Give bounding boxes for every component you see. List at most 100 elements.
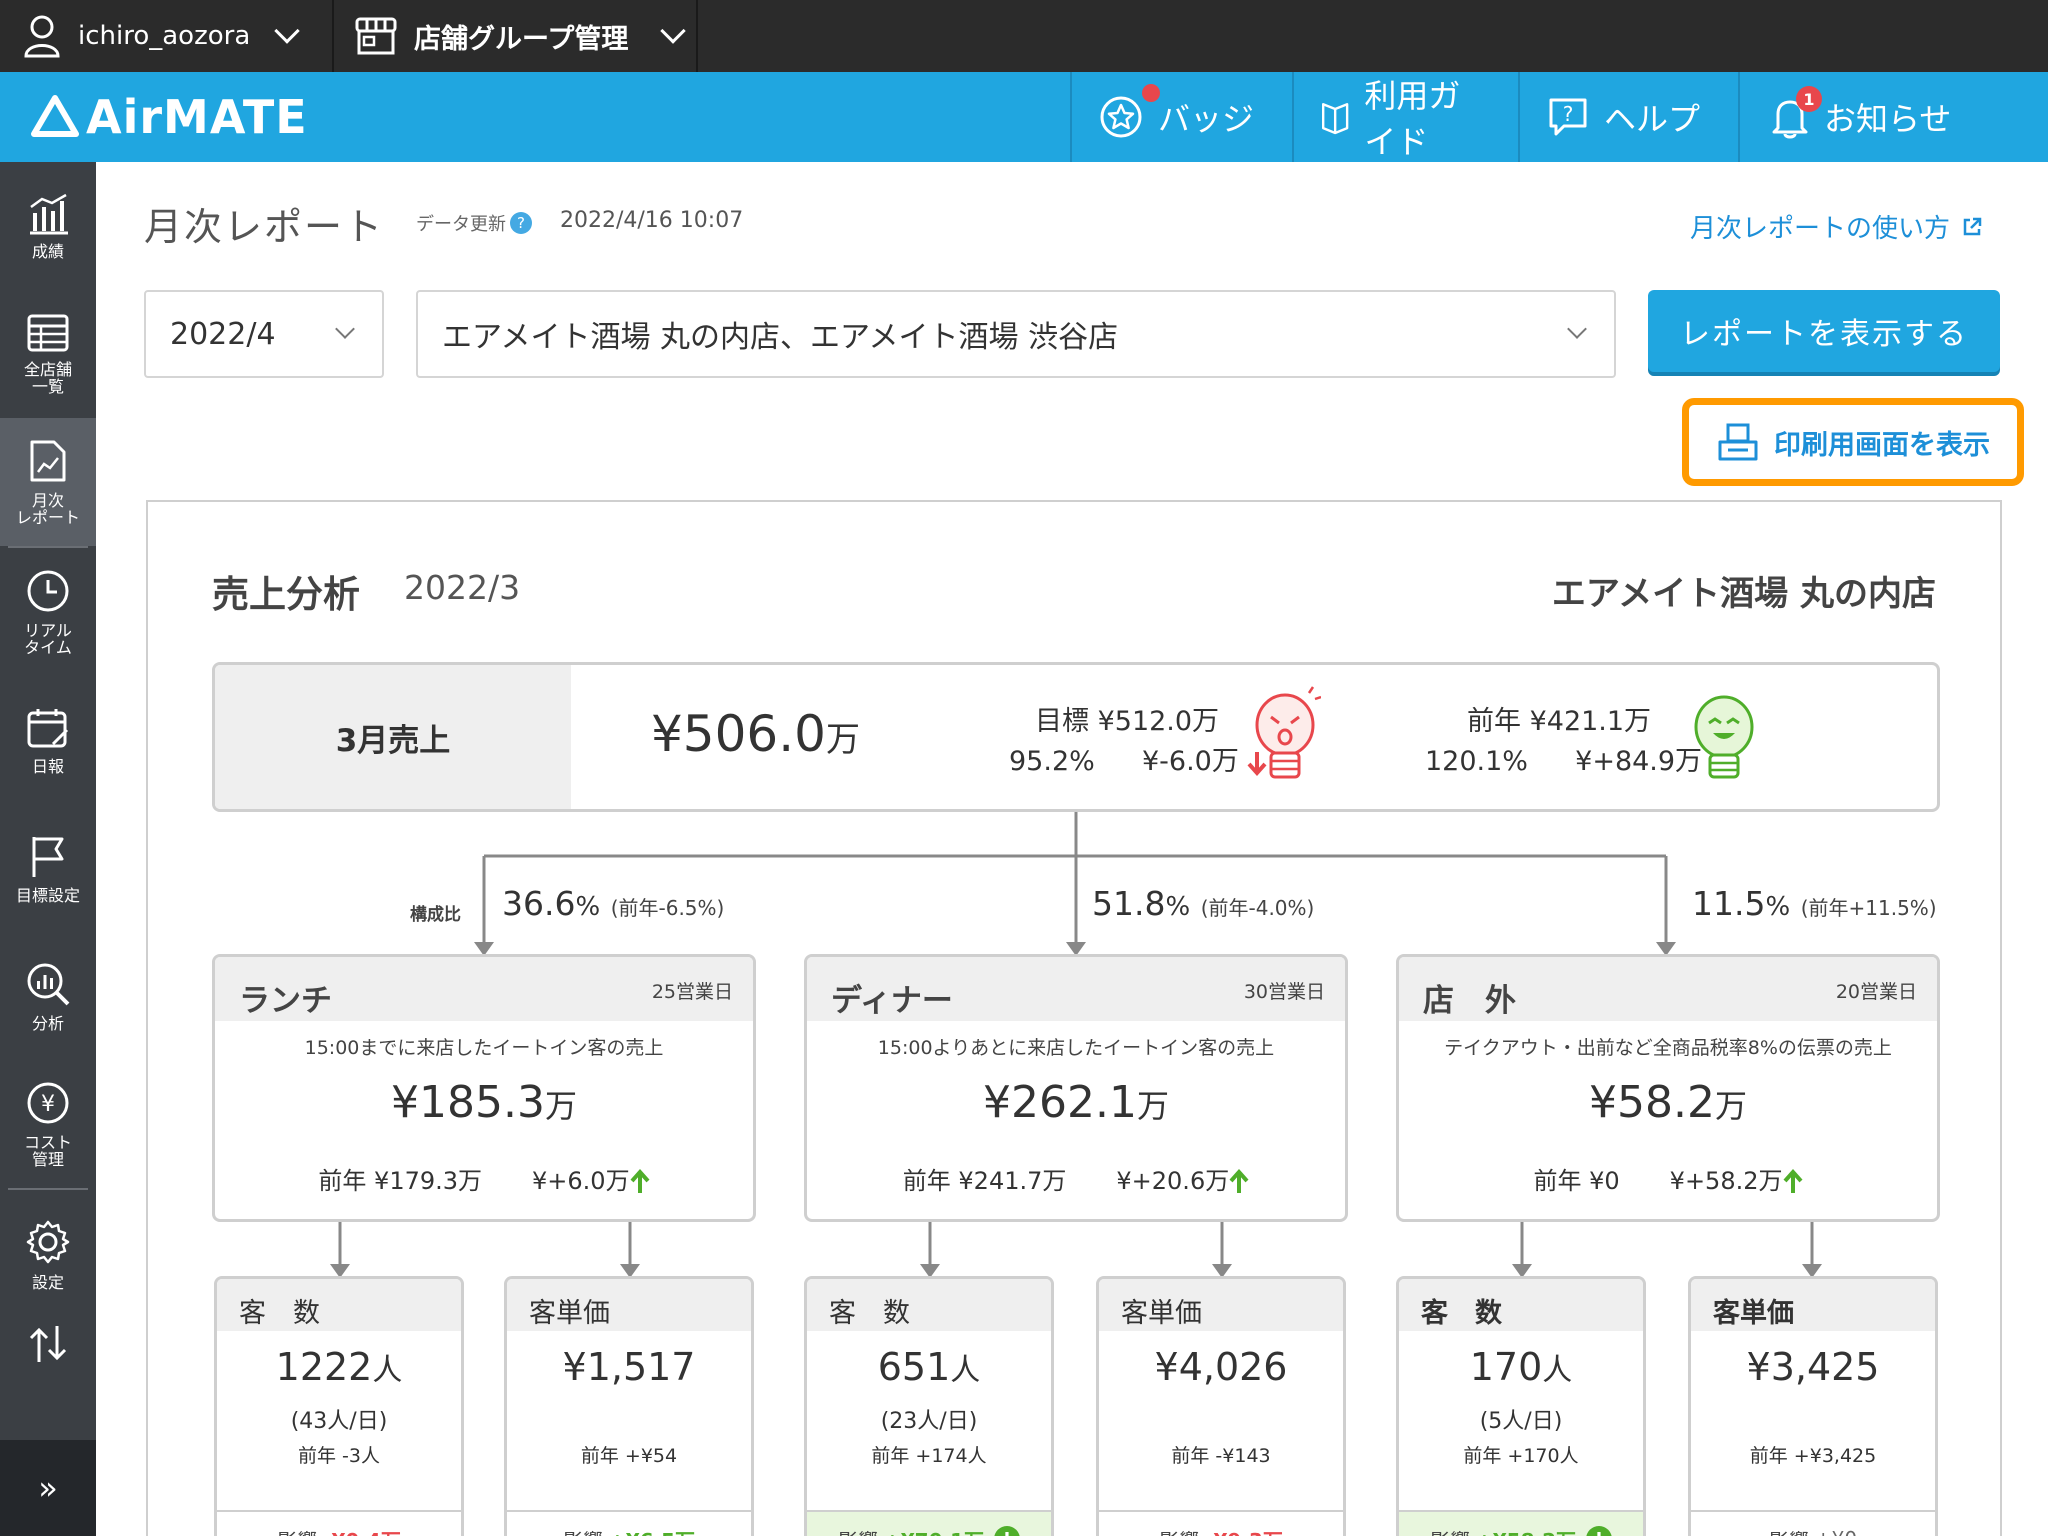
prev-year-amount: 前年 ¥421.1万 (1467, 706, 1652, 737)
arrow-up-icon (630, 1169, 650, 1193)
yen-icon: ¥ (27, 1082, 69, 1124)
segment-ratio-unit: % (1165, 892, 1191, 922)
kpi-value: 1222人 (217, 1345, 461, 1389)
chevron-down-icon (335, 319, 355, 339)
prev-year-comparison: 120.1% ¥+84.9万 (1425, 739, 1731, 778)
kpi-impact-value: +¥58.2万 (1476, 1525, 1576, 1536)
sidebar-item-monthly-report[interactable]: 月次 レポート (0, 418, 96, 546)
segment-description: テイクアウト・出前など全商品税率8%の伝票の売上 (1444, 1037, 1892, 1059)
arrow-up-icon (1229, 1169, 1249, 1193)
sidebar-item-label: コスト 管理 (23, 1133, 72, 1169)
sales-report: 売上分析 2022/3 エアメイト酒場 丸の内店 3月売上 ¥506.0万 目標… (146, 500, 2002, 1536)
kpi-value-unit: 人 (372, 1353, 403, 1388)
sidebar-item-cost[interactable]: ¥ コスト 管理 (0, 1060, 96, 1188)
total-sales-amount: ¥506.0万 (651, 705, 860, 763)
segment-description: 15:00までに来店したイートイン客の売上 (304, 1037, 664, 1059)
segment-ratio-unit: % (1765, 892, 1791, 922)
segment-ratio-value: 36.6 (502, 884, 576, 923)
kpi-header: 客 数 (807, 1279, 1051, 1331)
kpi-impact-value: -¥9.3万 (1205, 1525, 1283, 1536)
sidebar-item-label: 設定 (31, 1272, 64, 1292)
print-view-button[interactable]: 印刷用画面を表示 (1682, 398, 2024, 486)
nav-help[interactable]: ? ヘルプ (1518, 72, 1738, 162)
sidebar-item-analysis[interactable]: 分析 (0, 932, 96, 1060)
data-update-text: データ更新 (416, 214, 506, 235)
kpi-per-day: (43人/日) (290, 1409, 388, 1434)
sidebar-item-goal-setting[interactable]: 目標設定 (0, 804, 96, 932)
kpi-card-customers: 客 数 651人 (23人/日) 前年 +174人 影響 +¥70.1万! (804, 1276, 1054, 1536)
kpi-impact-label: 影響 (563, 1525, 603, 1536)
nav-badge-label: バッジ (1158, 100, 1255, 138)
sidebar: 成績 全店舗 一覧 月次 レポート リアル タイム 日報 目標設定 分析 ¥ コ… (0, 162, 96, 1536)
segment-amount-unit: 万 (544, 1087, 577, 1125)
sidebar-item-settings[interactable]: 設定 (0, 1190, 96, 1318)
ratio-caption: 構成比 (410, 905, 461, 925)
header-nav: バッジ 利用ガイド ? ヘルプ 1 お知らせ (1070, 72, 1978, 162)
kpi-card-unit-price: 客単価 ¥3,425 前年 +¥3,425 影響 ±¥0 (1688, 1276, 1938, 1536)
kpi-card-unit-price: 客単価 ¥4,026 前年 -¥143 影響 -¥9.3万 (1096, 1276, 1346, 1536)
kpi-impact-label: 影響 (1430, 1525, 1470, 1536)
tree-connectors (330, 812, 1822, 1278)
sort-arrows-icon (29, 1326, 67, 1362)
total-sales-value: ¥506.0 (651, 705, 826, 763)
segment-days: 20営業日 (1835, 981, 1917, 1003)
sidebar-item-realtime[interactable]: リアル タイム (0, 548, 96, 676)
kpi-header: 客 数 (1399, 1279, 1643, 1331)
sidebar-item-sort[interactable] (0, 1318, 96, 1378)
svg-text:¥: ¥ (41, 1092, 55, 1117)
store-group-menu[interactable]: 店舗グループ管理 (334, 0, 698, 72)
kpi-impact: 影響 -¥0.4万 (217, 1510, 461, 1536)
data-update-value: 2022/4/16 10:07 (560, 208, 744, 233)
kpi-value: ¥4,026 (1099, 1345, 1343, 1389)
kpi-card-customers: 客 数 1222人 (43人/日) 前年 -3人 影響 -¥0.4万 (214, 1276, 464, 1536)
printer-icon (1718, 423, 1758, 461)
sidebar-item-label: リアル タイム (24, 621, 72, 657)
howto-link[interactable]: 月次レポートの使い方 (1690, 208, 1984, 245)
segment-card-outside: 店 外 20営業日 テイクアウト・出前など全商品税率8%の伝票の売上 ¥58.2… (1396, 954, 1940, 1222)
sidebar-item-daily-report[interactable]: 日報 (0, 676, 96, 804)
user-name: ichiro_aozora (78, 21, 251, 51)
target-amount: 目標 ¥512.0万 (1035, 706, 1220, 737)
kpi-impact-label: 影響 (1159, 1525, 1199, 1536)
segment-prev-value: 前年 ¥241.7万 (902, 1167, 1067, 1195)
happy-bulb-mascot-icon (1694, 695, 1754, 779)
kpi-card-unit-price: 客単価 ¥1,517 前年 +¥54 影響 +¥6.5万 (504, 1276, 754, 1536)
target-rate: 95.2% (1009, 746, 1095, 777)
user-menu[interactable]: ichiro_aozora (0, 0, 334, 72)
store-group-name: 店舗グループ管理 (414, 23, 629, 55)
segment-prev-value: 前年 ¥0 (1533, 1167, 1620, 1195)
magnifier-chart-icon (27, 963, 70, 1005)
kpi-impact-label: 影響 (1769, 1525, 1809, 1536)
book-icon (1321, 103, 1349, 135)
total-sales-box: 3月売上 ¥506.0万 目標 ¥512.0万 95.2% ¥-6.0万 前年 … (212, 662, 1940, 812)
segment-ratio-value: 11.5 (1692, 884, 1766, 923)
app-header: AirMATE バッジ 利用ガイド ? ヘルプ 1 お知らせ (0, 72, 2048, 162)
segment-ratio-prev: (前年-6.5%) (610, 896, 725, 920)
app-logo[interactable]: AirMATE (30, 90, 1070, 144)
segment-days: 30営業日 (1243, 981, 1325, 1003)
segment-card-dinner: ディナー 30営業日 15:00よりあとに来店したイートイン客の売上 ¥262.… (804, 954, 1348, 1222)
store-select[interactable]: エアメイト酒場 丸の内店、エアメイト酒場 渋谷店 (416, 290, 1616, 378)
kpi-value: ¥1,517 (507, 1345, 751, 1389)
kpi-name: 客単価 (1713, 1298, 1794, 1329)
kpi-value: 170人 (1399, 1345, 1643, 1389)
nav-guide-label: 利用ガイド (1364, 77, 1461, 161)
help-question-icon[interactable]: ? (510, 212, 532, 234)
kpi-name: 客単価 (1121, 1298, 1202, 1329)
print-view-label: 印刷用画面を表示 (1774, 429, 1990, 461)
sidebar-expand-button[interactable]: » (0, 1440, 96, 1536)
segment-header: ランチ 25営業日 (215, 957, 753, 1021)
clock-icon (27, 570, 69, 612)
nav-help-label: ヘルプ (1604, 100, 1701, 138)
badge-alert-dot (1142, 84, 1160, 102)
month-select[interactable]: 2022/4 (144, 290, 384, 378)
sidebar-item-all-stores[interactable]: 全店舗 一覧 (0, 290, 96, 418)
kpi-prev-year: 前年 -¥143 (1171, 1445, 1271, 1467)
nav-guide[interactable]: 利用ガイド (1292, 72, 1518, 162)
nav-badge[interactable]: バッジ (1070, 72, 1292, 162)
kpi-header: 客単価 (1099, 1279, 1343, 1331)
nav-notice[interactable]: 1 お知らせ (1738, 72, 1978, 162)
show-report-button[interactable]: レポートを表示する (1648, 290, 2000, 372)
kpi-per-day: (5人/日) (1479, 1409, 1563, 1434)
sidebar-item-performance[interactable]: 成績 (0, 162, 96, 290)
